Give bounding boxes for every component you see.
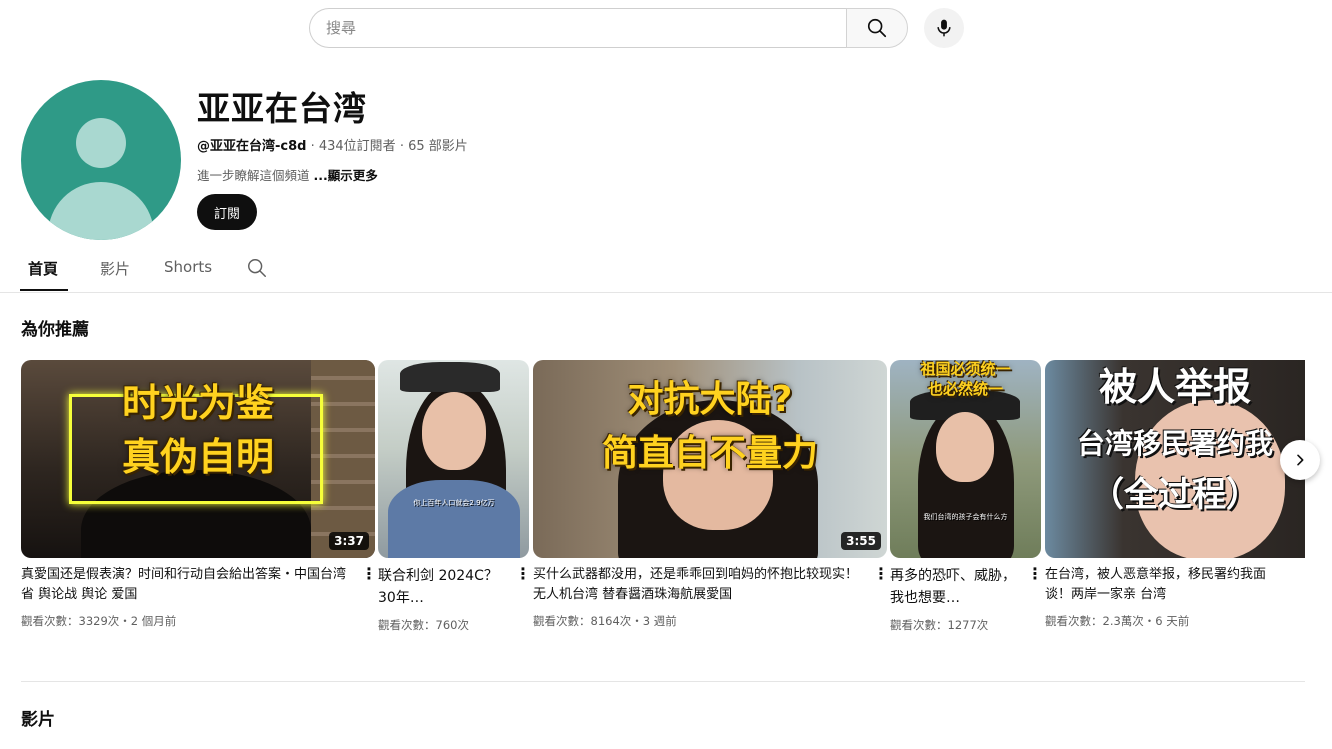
more-vert-icon[interactable]: ⋮ <box>361 564 377 584</box>
video-card[interactable]: 时光为鉴 真伪自明 3:37 真愛国还是假表演？时间和行动自会給出答案・中国台湾… <box>21 360 377 631</box>
meta-separator: · <box>399 139 409 154</box>
thumbnail-caption: （全过程） <box>1090 475 1260 515</box>
video-card[interactable]: 你上百年人口就会2.9亿万 联合利剑 2024C？30年… 觀看次數：760次 … <box>378 360 531 635</box>
subscribe-button[interactable]: 訂閱 <box>197 194 257 230</box>
person-face-shape <box>422 392 486 470</box>
video-duration: 3:55 <box>841 532 881 550</box>
channel-handle: @亚亚在台湾-c8d <box>197 139 307 154</box>
voice-search-button[interactable] <box>924 8 964 48</box>
video-stats: 觀看次數：8164次・3 週前 <box>533 614 677 628</box>
thumbnail-caption: 被人举报 <box>1098 365 1251 409</box>
video-thumbnail[interactable]: 时光为鉴 真伪自明 3:37 <box>21 360 375 558</box>
channel-about[interactable]: 進一步瞭解這個頻道 ...顯示更多 <box>197 165 378 184</box>
video-stats: 觀看次數：3329次・2 個月前 <box>21 614 177 628</box>
active-tab-indicator <box>20 289 68 291</box>
video-card[interactable]: 被人举报 台湾移民署约我 （全过程） 在台湾，被人恶意举报，移民署约我面谈！两岸… <box>1045 360 1305 631</box>
avatar-body-shape <box>48 182 154 240</box>
thumbnail-subtitle: 你上百年人口就会2.9亿万 <box>413 499 495 507</box>
avatar-head-shape <box>76 118 126 168</box>
thumbnail-caption: 时光为鉴 <box>121 381 274 425</box>
tab-videos[interactable]: 影片 <box>100 258 130 279</box>
about-text: 進一步瞭解這個頻道 <box>197 168 310 183</box>
video-stats: 觀看次數：760次 <box>378 618 469 632</box>
section-divider <box>21 681 1305 682</box>
video-title[interactable]: 再多的恐吓、威胁，我也想要… <box>890 565 1041 609</box>
video-card[interactable]: 祖国必须统一 也必然统一 我们台湾的孩子会有什么方 再多的恐吓、威胁，我也想要…… <box>890 360 1043 635</box>
video-stats: 觀看次數：2.3萬次・6 天前 <box>1045 614 1190 628</box>
more-vert-icon[interactable]: ⋮ <box>873 564 889 584</box>
thumbnail-caption: 对抗大陆? <box>627 379 793 420</box>
tab-search-button[interactable] <box>246 257 268 283</box>
video-thumbnail[interactable]: 你上百年人口就会2.9亿万 <box>378 360 529 558</box>
thumbnail-caption: 真伪自明 <box>121 435 274 479</box>
video-count: 65 部影片 <box>408 139 468 154</box>
search-input[interactable] <box>309 8 846 48</box>
more-vert-icon[interactable]: ⋮ <box>1027 564 1043 584</box>
channel-meta: @亚亚在台湾-c8d · 434位訂閱者 · 65 部影片 <box>197 135 468 154</box>
video-thumbnail[interactable]: 对抗大陆? 简直自不量力 3:55 <box>533 360 887 558</box>
channel-avatar <box>21 80 181 240</box>
thumbnail-caption: 台湾移民署约我 <box>1076 427 1273 460</box>
meta-separator: · <box>310 139 319 154</box>
thumbnail-caption: 简直自不量力 <box>601 433 818 474</box>
video-card[interactable]: 对抗大陆? 简直自不量力 3:55 买什么武器都没用，还是乖乖回到咱妈的怀抱比较… <box>533 360 889 631</box>
thumbnail-subtitle: 我们台湾的孩子会有什么方 <box>923 513 1008 521</box>
video-thumbnail[interactable]: 祖国必须统一 也必然统一 我们台湾的孩子会有什么方 <box>890 360 1041 558</box>
section-title-recommended: 為你推薦 <box>21 320 89 340</box>
video-thumbnail[interactable]: 被人举报 台湾移民署约我 （全过程） <box>1045 360 1305 558</box>
video-stats: 觀看次數：1277次 <box>890 618 989 632</box>
video-title[interactable]: 买什么武器都没用，还是乖乖回到咱妈的怀抱比较现实！无人机台湾 替春醤酒珠海航展愛… <box>533 565 887 605</box>
channel-name: 亚亚在台湾 <box>197 89 367 128</box>
channel-tabs: 首頁 影片 Shorts <box>0 248 1332 293</box>
tab-home[interactable]: 首頁 <box>28 258 58 279</box>
more-vert-icon[interactable]: ⋮ <box>515 564 531 584</box>
search-icon <box>248 259 266 277</box>
search-bar <box>309 8 908 48</box>
thumbnail-caption: 也必然统一 <box>927 380 1003 398</box>
section-title-videos: 影片 <box>21 710 55 730</box>
person-hat-shape <box>400 362 500 392</box>
search-icon <box>867 18 887 38</box>
person-jacket-shape <box>388 480 520 558</box>
search-button[interactable] <box>846 8 908 48</box>
carousel-next-button[interactable] <box>1280 440 1320 480</box>
video-title[interactable]: 在台湾，被人恶意举报，移民署约我面谈！两岸一家亲 台湾 <box>1045 565 1305 605</box>
video-duration: 3:37 <box>329 532 369 550</box>
person-face-shape <box>936 412 994 482</box>
video-title[interactable]: 联合利剑 2024C？30年… <box>378 565 529 609</box>
video-title[interactable]: 真愛国还是假表演？时间和行动自会給出答案・中国台湾省 舆论战 舆论 爱国 <box>21 565 375 605</box>
chevron-right-icon <box>1297 454 1304 466</box>
mic-icon <box>937 19 951 37</box>
thumbnail-caption: 祖国必须统一 <box>920 360 1011 378</box>
subscriber-count: 434位訂閱者 <box>318 139 396 154</box>
tab-shorts[interactable]: Shorts <box>164 258 212 276</box>
show-more-link[interactable]: ...顯示更多 <box>314 168 378 183</box>
